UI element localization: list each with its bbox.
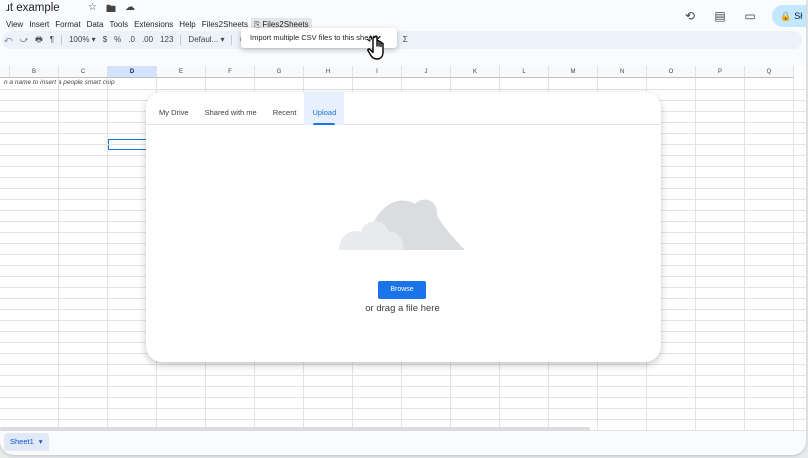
toolbar-item[interactable]: .0 [128, 33, 135, 47]
cloud-saved-icon[interactable]: ☁ [125, 2, 135, 19]
column-header[interactable]: F [206, 66, 255, 78]
toolbar-item[interactable]: $ [103, 33, 107, 47]
hand-cursor-icon [367, 35, 384, 60]
column-header[interactable]: G [255, 66, 304, 78]
column-header[interactable]: O [647, 66, 696, 78]
app-window: ɹt example ☆ 🖿 ☁ ⟲ ▤ ▭ 🔒 Sł View Insert … [0, 0, 806, 455]
grid-row-line [0, 419, 806, 420]
comments-icon[interactable]: ▤ [712, 9, 728, 23]
tab-recent[interactable]: Recent [265, 92, 305, 125]
sheet-tab-label: Sheet1 [10, 437, 34, 446]
tab-upload[interactable]: Upload [304, 92, 345, 125]
column-header[interactable]: L [500, 66, 549, 78]
toolbar-item[interactable]: ⤻ [20, 33, 29, 47]
sheet-tab-sheet1[interactable]: Sheet1 ▾ [4, 433, 49, 451]
toolbar-separator [180, 35, 182, 45]
toolbar-item[interactable]: ⤺ [4, 33, 13, 47]
folder-icon[interactable]: 🖿 [106, 2, 116, 19]
grid-row-line [0, 364, 806, 365]
chevron-down-icon: ▾ [38, 437, 43, 446]
column-header[interactable]: J [402, 66, 451, 78]
toolbar-item[interactable]: % [114, 33, 121, 47]
grid-row-line [0, 397, 806, 398]
column-header[interactable]: C [59, 66, 108, 78]
column-header[interactable]: H [304, 66, 353, 78]
column-header[interactable]: D [108, 66, 157, 78]
toolbar-separator [231, 35, 233, 45]
column-header[interactable]: Q [745, 66, 794, 78]
column-header[interactable]: B [10, 66, 59, 78]
column-header[interactable]: E [157, 66, 206, 78]
toolbar-item[interactable]: .00 [142, 33, 153, 47]
toolbar: ⤺⤻🖶¶100% ▾$%.0.00123Defaul... ▾≡ ▾⊥ ▾⇥ ▾… [4, 33, 800, 47]
drag-file-text: or drag a file here [365, 303, 440, 314]
grid-row-line [0, 375, 806, 376]
toolbar-separator [60, 35, 62, 45]
grid-row-line [0, 89, 806, 90]
column-header[interactable]: M [549, 66, 598, 78]
toolbar-item[interactable]: Σ [403, 33, 408, 47]
cloud-upload-illustration [339, 199, 465, 250]
toolbar-item[interactable]: 100% ▾ [69, 33, 96, 47]
star-icon[interactable]: ☆ [88, 2, 97, 19]
document-title[interactable]: ɹt example [6, 2, 60, 14]
menu-data[interactable]: Data [84, 18, 107, 32]
corner-header[interactable] [0, 66, 10, 78]
share-label: Sł [794, 11, 803, 21]
top-right-actions: ⟲ ▤ ▭ 🔒 Sł [682, 5, 806, 27]
lock-icon: 🔒 [780, 10, 792, 21]
picker-tabs: My Drive Shared with me Recent Upload [146, 92, 661, 125]
file-picker-dialog: My Drive Shared with me Recent Upload Br… [146, 92, 661, 362]
menu-help[interactable]: Help [176, 18, 198, 32]
share-button[interactable]: 🔒 Sł [772, 5, 806, 27]
history-icon[interactable]: ⟲ [682, 9, 698, 23]
column-header[interactable]: N [598, 66, 647, 78]
toolbar-item[interactable]: ¶ [50, 33, 54, 47]
column-header[interactable]: K [451, 66, 500, 78]
menu-insert[interactable]: Insert [26, 18, 52, 32]
toolbar-item[interactable]: 123 [160, 33, 173, 47]
title-icons: ☆ 🖿 ☁ [88, 2, 135, 19]
sheet-tabs-bar: Sheet1 ▾ [0, 431, 806, 453]
tab-my-drive[interactable]: My Drive [151, 92, 197, 125]
column-header[interactable]: I [353, 66, 402, 78]
import-csv-menu-item[interactable]: Import multiple CSV files to this sheet [250, 33, 375, 42]
grid-row-line [0, 408, 806, 409]
toolbar-item[interactable]: Defaul... ▾ [188, 33, 224, 47]
cell-hint: n a name to insert a people smart chip [4, 79, 115, 86]
title-bar: ɹt example ☆ 🖿 ☁ ⟲ ▤ ▭ 🔒 Sł [0, 0, 806, 27]
column-header[interactable]: P [696, 66, 745, 78]
menu-format[interactable]: Format [52, 18, 83, 32]
grid-row-line [0, 386, 806, 387]
meet-icon[interactable]: ▭ [742, 9, 758, 23]
menu-extensions[interactable]: Extensions [131, 18, 176, 32]
toolbar-item[interactable]: 🖶 [35, 33, 43, 47]
menu-view[interactable]: View [3, 18, 26, 32]
tab-shared-with-me[interactable]: Shared with me [197, 92, 265, 125]
browse-button[interactable]: Browse [378, 281, 426, 299]
menu-tools[interactable]: Tools [106, 18, 131, 32]
